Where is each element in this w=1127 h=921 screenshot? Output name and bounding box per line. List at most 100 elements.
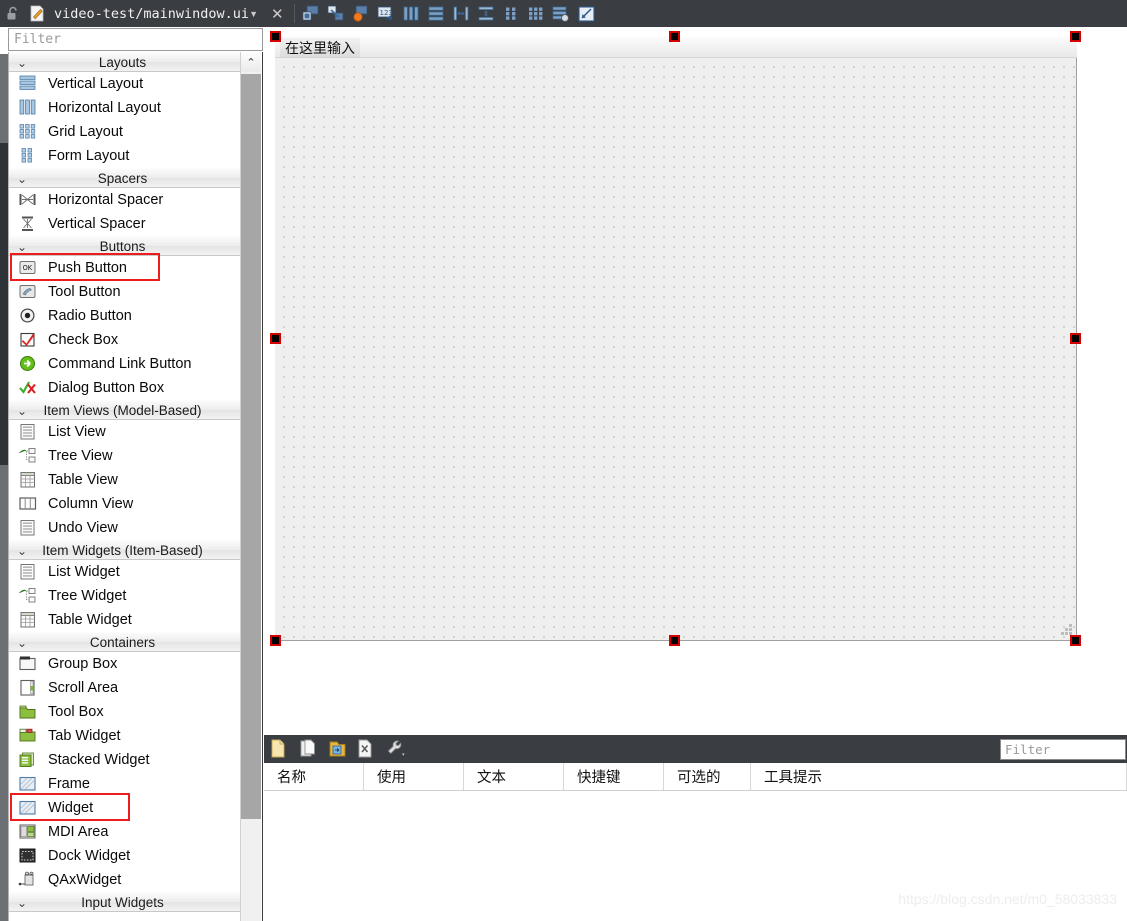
widget-item-tool-button[interactable]: Tool Button xyxy=(9,280,242,304)
chevron-down-icon[interactable]: ⌄ xyxy=(17,56,27,70)
widget-item-grid-layout[interactable]: Grid Layout xyxy=(9,120,242,144)
edit-document-icon[interactable] xyxy=(26,5,48,22)
paste-action-icon[interactable] xyxy=(328,739,348,759)
widget-category-header[interactable]: ⌄ Layouts xyxy=(9,52,242,72)
column-view-icon xyxy=(18,495,40,514)
copy-action-icon[interactable] xyxy=(299,739,319,759)
stacked-widget-icon xyxy=(18,751,40,770)
layout-horizontally-icon[interactable] xyxy=(401,4,422,24)
widget-item-table-widget[interactable]: Table Widget xyxy=(9,608,242,632)
selection-handle-middle-right[interactable] xyxy=(1070,333,1081,344)
widget-item-horizontal-layout[interactable]: Horizontal Layout xyxy=(9,96,242,120)
chevron-down-icon[interactable]: ⌄ xyxy=(17,404,27,418)
selection-handle-middle-left[interactable] xyxy=(270,333,281,344)
widget-item-tab-widget[interactable]: Tab Widget xyxy=(9,724,242,748)
widget-item-mdi-area[interactable]: MDI Area xyxy=(9,820,242,844)
widget-item-qaxwidget[interactable]: QAxWidget xyxy=(9,868,242,892)
new-action-icon[interactable] xyxy=(270,739,290,759)
edit-widgets-icon[interactable] xyxy=(301,4,322,24)
widget-item-stacked-widget[interactable]: Stacked Widget xyxy=(9,748,242,772)
widget-item-vertical-layout[interactable]: Vertical Layout xyxy=(9,72,242,96)
action-column-header[interactable]: 名称 xyxy=(264,763,364,790)
widget-item-tool-box[interactable]: Tool Box xyxy=(9,700,242,724)
widget-category-label: Spacers xyxy=(97,170,148,186)
widget-item-label: List Widget xyxy=(48,564,120,580)
widget-item-push-button[interactable]: OK Push Button xyxy=(9,256,242,280)
widget-item-vertical-spacer[interactable]: Vertical Spacer xyxy=(9,212,242,236)
selection-handle-top-left[interactable] xyxy=(270,31,281,42)
widget-category-header[interactable]: ⌄ Item Views (Model-Based) xyxy=(9,400,242,420)
widget-item-group-box[interactable]: Group Box xyxy=(9,652,242,676)
adjust-size-icon[interactable] xyxy=(576,4,597,24)
chevron-down-icon[interactable]: ⌄ xyxy=(17,896,27,910)
main-window-form[interactable]: 在这里输入 xyxy=(275,36,1077,641)
widget-item-table-view[interactable]: Table View xyxy=(9,468,242,492)
widget-item-tree-view[interactable]: Tree View xyxy=(9,444,242,468)
action-editor-toolbar: Filter xyxy=(264,735,1127,763)
chevron-down-icon[interactable]: ▼ xyxy=(249,9,264,19)
widget-item-check-box[interactable]: Check Box xyxy=(9,328,242,352)
widget-item-list-widget[interactable]: List Widget xyxy=(9,560,242,584)
grid-layout-icon xyxy=(18,123,40,142)
widget-item-scroll-area[interactable]: Scroll Area xyxy=(9,676,242,700)
selection-handle-bottom-left[interactable] xyxy=(270,635,281,646)
scroll-up-arrow-icon[interactable]: ⌃ xyxy=(241,52,261,72)
dock-widget-icon xyxy=(18,847,40,866)
selection-handle-bottom-center[interactable] xyxy=(669,635,680,646)
widget-item-dialog-button-box[interactable]: Dialog Button Box xyxy=(9,376,242,400)
dock-edge-upper xyxy=(0,54,8,143)
layout-form-icon[interactable] xyxy=(501,4,522,24)
chevron-down-icon[interactable]: ⌄ xyxy=(17,636,27,650)
widget-category-header[interactable]: ⌄ Buttons xyxy=(9,236,242,256)
widget-item-column-view[interactable]: Column View xyxy=(9,492,242,516)
delete-action-icon[interactable] xyxy=(357,739,377,759)
break-layout-icon[interactable] xyxy=(551,4,572,24)
layout-splitter-horizontal-icon[interactable] xyxy=(451,4,472,24)
form-layout-icon xyxy=(18,147,40,166)
action-column-header[interactable]: 文本 xyxy=(464,763,564,790)
form-canvas-wrap: 在这里输入 xyxy=(264,27,1127,705)
selection-handle-top-right[interactable] xyxy=(1070,31,1081,42)
chevron-down-icon[interactable]: ⌄ xyxy=(17,240,27,254)
widget-category-header[interactable]: ⌄ Input Widgets xyxy=(9,892,242,912)
menu-type-here-placeholder[interactable]: 在这里输入 xyxy=(280,38,360,57)
widget-item-list-view[interactable]: List View xyxy=(9,420,242,444)
tool-box-icon xyxy=(18,703,40,722)
widget-item-form-layout[interactable]: Form Layout xyxy=(9,144,242,168)
widget-item-label: Vertical Layout xyxy=(48,76,144,92)
widget-item-dock-widget[interactable]: Dock Widget xyxy=(9,844,242,868)
widget-item-radio-button[interactable]: Radio Button xyxy=(9,304,242,328)
configure-view-icon[interactable] xyxy=(386,739,406,759)
widget-item-frame[interactable]: Frame xyxy=(9,772,242,796)
action-column-header[interactable]: 可选的 xyxy=(664,763,751,790)
close-icon[interactable]: ✕ xyxy=(264,5,291,23)
widget-item-undo-view[interactable]: Undo View xyxy=(9,516,242,540)
selection-handle-bottom-right[interactable] xyxy=(1070,635,1081,646)
widget-category-header[interactable]: ⌄ Spacers xyxy=(9,168,242,188)
edit-buddies-icon[interactable] xyxy=(351,4,372,24)
widget-filter-input[interactable]: Filter xyxy=(8,28,263,51)
qax-widget-icon xyxy=(18,871,40,890)
layout-vertically-icon[interactable] xyxy=(426,4,447,24)
widget-item-command-link-button[interactable]: Command Link Button xyxy=(9,352,242,376)
action-filter-input[interactable]: Filter xyxy=(1000,739,1126,760)
widget-box-scrollbar[interactable]: ⌃ xyxy=(240,52,261,921)
chevron-down-icon[interactable]: ⌄ xyxy=(17,172,27,186)
chevron-down-icon[interactable]: ⌄ xyxy=(17,544,27,558)
widget-item-label: Tool Box xyxy=(48,704,104,720)
selection-handle-top-center[interactable] xyxy=(669,31,680,42)
action-column-header[interactable]: 快捷键 xyxy=(564,763,664,790)
widget-category-header[interactable]: ⌄ Item Widgets (Item-Based) xyxy=(9,540,242,560)
layout-splitter-vertical-icon[interactable] xyxy=(476,4,497,24)
scrollbar-thumb[interactable] xyxy=(241,74,261,819)
unlocked-padlock-icon[interactable] xyxy=(0,6,26,21)
edit-tab-order-icon[interactable]: 123 xyxy=(376,4,397,24)
widget-item-widget[interactable]: Widget xyxy=(9,796,242,820)
widget-item-tree-widget[interactable]: Tree Widget xyxy=(9,584,242,608)
layout-grid-icon[interactable] xyxy=(526,4,547,24)
action-column-header[interactable]: 使用 xyxy=(364,763,464,790)
widget-category-header[interactable]: ⌄ Containers xyxy=(9,632,242,652)
edit-signals-slots-icon[interactable] xyxy=(326,4,347,24)
widget-item-horizontal-spacer[interactable]: Horizontal Spacer xyxy=(9,188,242,212)
action-column-header[interactable]: 工具提示 xyxy=(751,763,1127,790)
